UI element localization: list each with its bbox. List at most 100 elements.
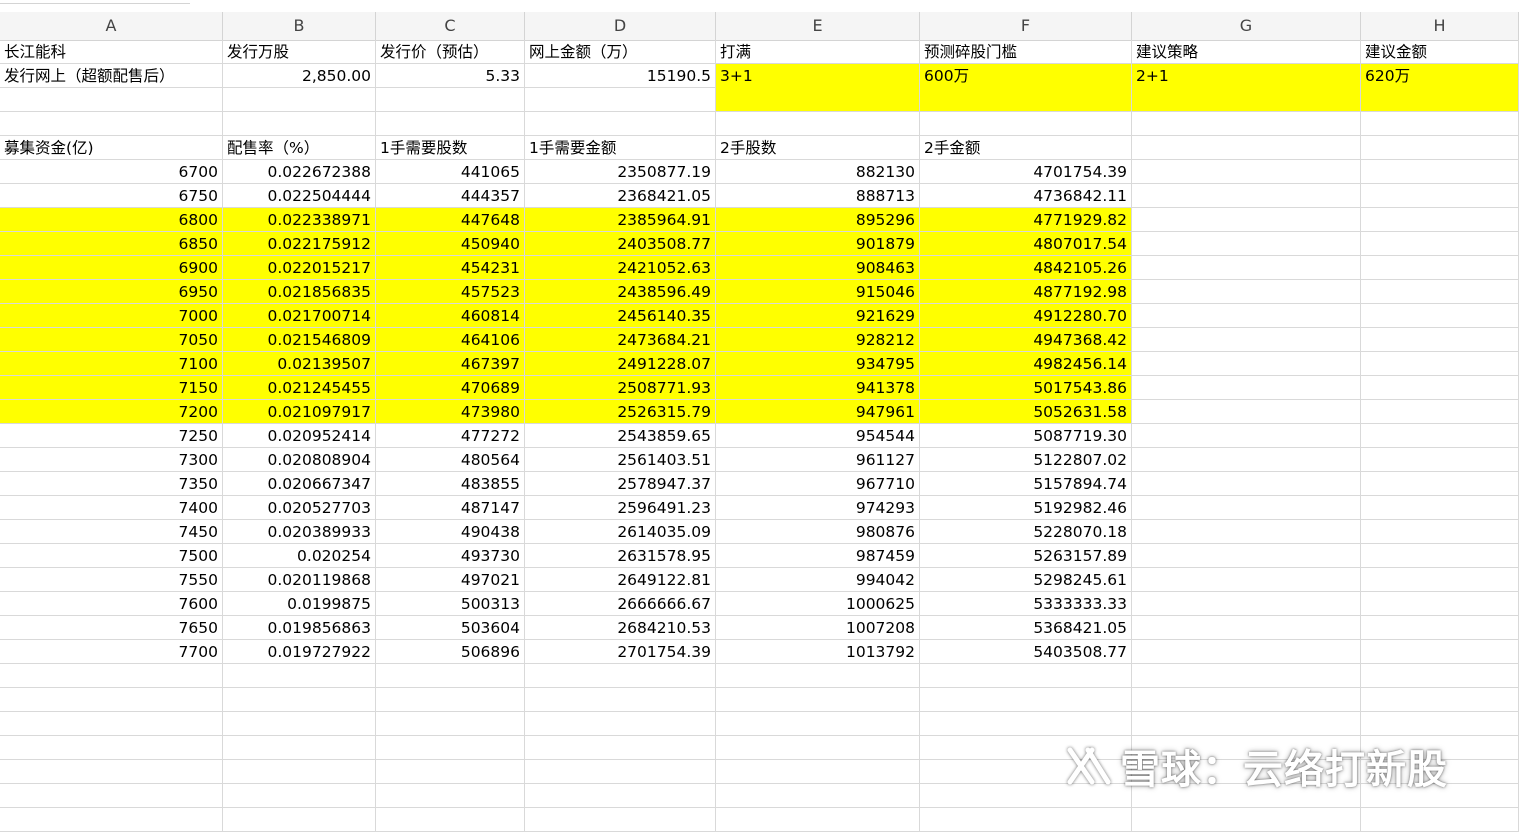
cell-h29[interactable] xyxy=(1361,712,1519,736)
cell-e11[interactable]: 915046 xyxy=(716,280,920,304)
cell-d15[interactable]: 2508771.93 xyxy=(525,376,716,400)
cell-c15[interactable]: 470689 xyxy=(376,376,525,400)
cell-d23[interactable]: 2649122.81 xyxy=(525,568,716,592)
cell-f21[interactable]: 5228070.18 xyxy=(920,520,1132,544)
cell-a4[interactable] xyxy=(0,112,223,136)
cell-g13[interactable] xyxy=(1132,328,1361,352)
cell-f12[interactable]: 4912280.70 xyxy=(920,304,1132,328)
cell-f4[interactable] xyxy=(920,112,1132,136)
column-header-e[interactable]: E xyxy=(716,12,920,40)
cell-e6[interactable]: 882130 xyxy=(716,160,920,184)
cell-d25[interactable]: 2684210.53 xyxy=(525,616,716,640)
column-header-f[interactable]: F xyxy=(920,12,1132,40)
column-header-c[interactable]: C xyxy=(376,12,525,40)
cell-g23[interactable] xyxy=(1132,568,1361,592)
cell-d30[interactable] xyxy=(525,736,716,760)
cell-b28[interactable] xyxy=(223,688,376,712)
cell-f13[interactable]: 4947368.42 xyxy=(920,328,1132,352)
cell-a1[interactable]: 长江能科 xyxy=(0,40,223,64)
cell-c6[interactable]: 441065 xyxy=(376,160,525,184)
cell-d24[interactable]: 2666666.67 xyxy=(525,592,716,616)
cell-b22[interactable]: 0.020254 xyxy=(223,544,376,568)
cell-a13[interactable]: 7050 xyxy=(0,328,223,352)
cell-b2[interactable]: 2,850.00 xyxy=(223,64,376,88)
cell-a2[interactable]: 发行网上（超额配售后） xyxy=(0,64,223,88)
cell-a26[interactable]: 7700 xyxy=(0,640,223,664)
cell-a9[interactable]: 6850 xyxy=(0,232,223,256)
cell-f7[interactable]: 4736842.11 xyxy=(920,184,1132,208)
cell-f5[interactable]: 2手金额 xyxy=(920,136,1132,160)
cell-a24[interactable]: 7600 xyxy=(0,592,223,616)
cell-f8[interactable]: 4771929.82 xyxy=(920,208,1132,232)
cell-g4[interactable] xyxy=(1132,112,1361,136)
cell-a27[interactable] xyxy=(0,664,223,688)
cell-d16[interactable]: 2526315.79 xyxy=(525,400,716,424)
cell-g2[interactable]: 2+1 xyxy=(1132,64,1361,112)
cell-b27[interactable] xyxy=(223,664,376,688)
cell-c28[interactable] xyxy=(376,688,525,712)
cell-c30[interactable] xyxy=(376,736,525,760)
cell-e16[interactable]: 947961 xyxy=(716,400,920,424)
cell-a7[interactable]: 6750 xyxy=(0,184,223,208)
cell-b9[interactable]: 0.022175912 xyxy=(223,232,376,256)
cell-b16[interactable]: 0.021097917 xyxy=(223,400,376,424)
cell-f9[interactable]: 4807017.54 xyxy=(920,232,1132,256)
cell-b32[interactable] xyxy=(223,784,376,808)
cell-e14[interactable]: 934795 xyxy=(716,352,920,376)
cell-f17[interactable]: 5087719.30 xyxy=(920,424,1132,448)
cell-b6[interactable]: 0.022672388 xyxy=(223,160,376,184)
cell-d20[interactable]: 2596491.23 xyxy=(525,496,716,520)
cell-h7[interactable] xyxy=(1361,184,1519,208)
cell-f22[interactable]: 5263157.89 xyxy=(920,544,1132,568)
cell-c23[interactable]: 497021 xyxy=(376,568,525,592)
cell-f1[interactable]: 预测碎股门槛 xyxy=(920,40,1132,64)
cell-a19[interactable]: 7350 xyxy=(0,472,223,496)
cell-e29[interactable] xyxy=(716,712,920,736)
cell-h8[interactable] xyxy=(1361,208,1519,232)
cell-h25[interactable] xyxy=(1361,616,1519,640)
cell-f28[interactable] xyxy=(920,688,1132,712)
cell-g9[interactable] xyxy=(1132,232,1361,256)
cell-a14[interactable]: 7100 xyxy=(0,352,223,376)
cell-e12[interactable]: 921629 xyxy=(716,304,920,328)
cell-d21[interactable]: 2614035.09 xyxy=(525,520,716,544)
cell-h26[interactable] xyxy=(1361,640,1519,664)
cell-a31[interactable] xyxy=(0,760,223,784)
cell-g20[interactable] xyxy=(1132,496,1361,520)
cell-f19[interactable]: 5157894.74 xyxy=(920,472,1132,496)
cell-f24[interactable]: 5333333.33 xyxy=(920,592,1132,616)
cell-h2[interactable]: 620万 xyxy=(1361,64,1519,112)
cell-d1[interactable]: 网上金额（万） xyxy=(525,40,716,64)
cell-a16[interactable]: 7200 xyxy=(0,400,223,424)
cell-h22[interactable] xyxy=(1361,544,1519,568)
cell-b1[interactable]: 发行万股 xyxy=(223,40,376,64)
cell-h12[interactable] xyxy=(1361,304,1519,328)
cell-d22[interactable]: 2631578.95 xyxy=(525,544,716,568)
cell-b17[interactable]: 0.020952414 xyxy=(223,424,376,448)
cell-e30[interactable] xyxy=(716,736,920,760)
cell-c1[interactable]: 发行价（预估） xyxy=(376,40,525,64)
cell-e5[interactable]: 2手股数 xyxy=(716,136,920,160)
cell-a25[interactable]: 7650 xyxy=(0,616,223,640)
cell-a11[interactable]: 6950 xyxy=(0,280,223,304)
cell-b4[interactable] xyxy=(223,112,376,136)
cell-d5[interactable]: 1手需要金额 xyxy=(525,136,716,160)
cell-a15[interactable]: 7150 xyxy=(0,376,223,400)
cell-g15[interactable] xyxy=(1132,376,1361,400)
cell-a20[interactable]: 7400 xyxy=(0,496,223,520)
column-header-b[interactable]: B xyxy=(223,12,376,40)
cell-a3[interactable] xyxy=(0,88,223,112)
cell-c3[interactable] xyxy=(376,88,525,112)
cell-g5[interactable] xyxy=(1132,136,1361,160)
cell-b15[interactable]: 0.021245455 xyxy=(223,376,376,400)
cell-d14[interactable]: 2491228.07 xyxy=(525,352,716,376)
cell-c27[interactable] xyxy=(376,664,525,688)
cell-c13[interactable]: 464106 xyxy=(376,328,525,352)
cell-c25[interactable]: 503604 xyxy=(376,616,525,640)
cell-a22[interactable]: 7500 xyxy=(0,544,223,568)
cell-c21[interactable]: 490438 xyxy=(376,520,525,544)
cell-h4[interactable] xyxy=(1361,112,1519,136)
cell-d10[interactable]: 2421052.63 xyxy=(525,256,716,280)
column-header-h[interactable]: H xyxy=(1361,12,1519,40)
cell-f25[interactable]: 5368421.05 xyxy=(920,616,1132,640)
